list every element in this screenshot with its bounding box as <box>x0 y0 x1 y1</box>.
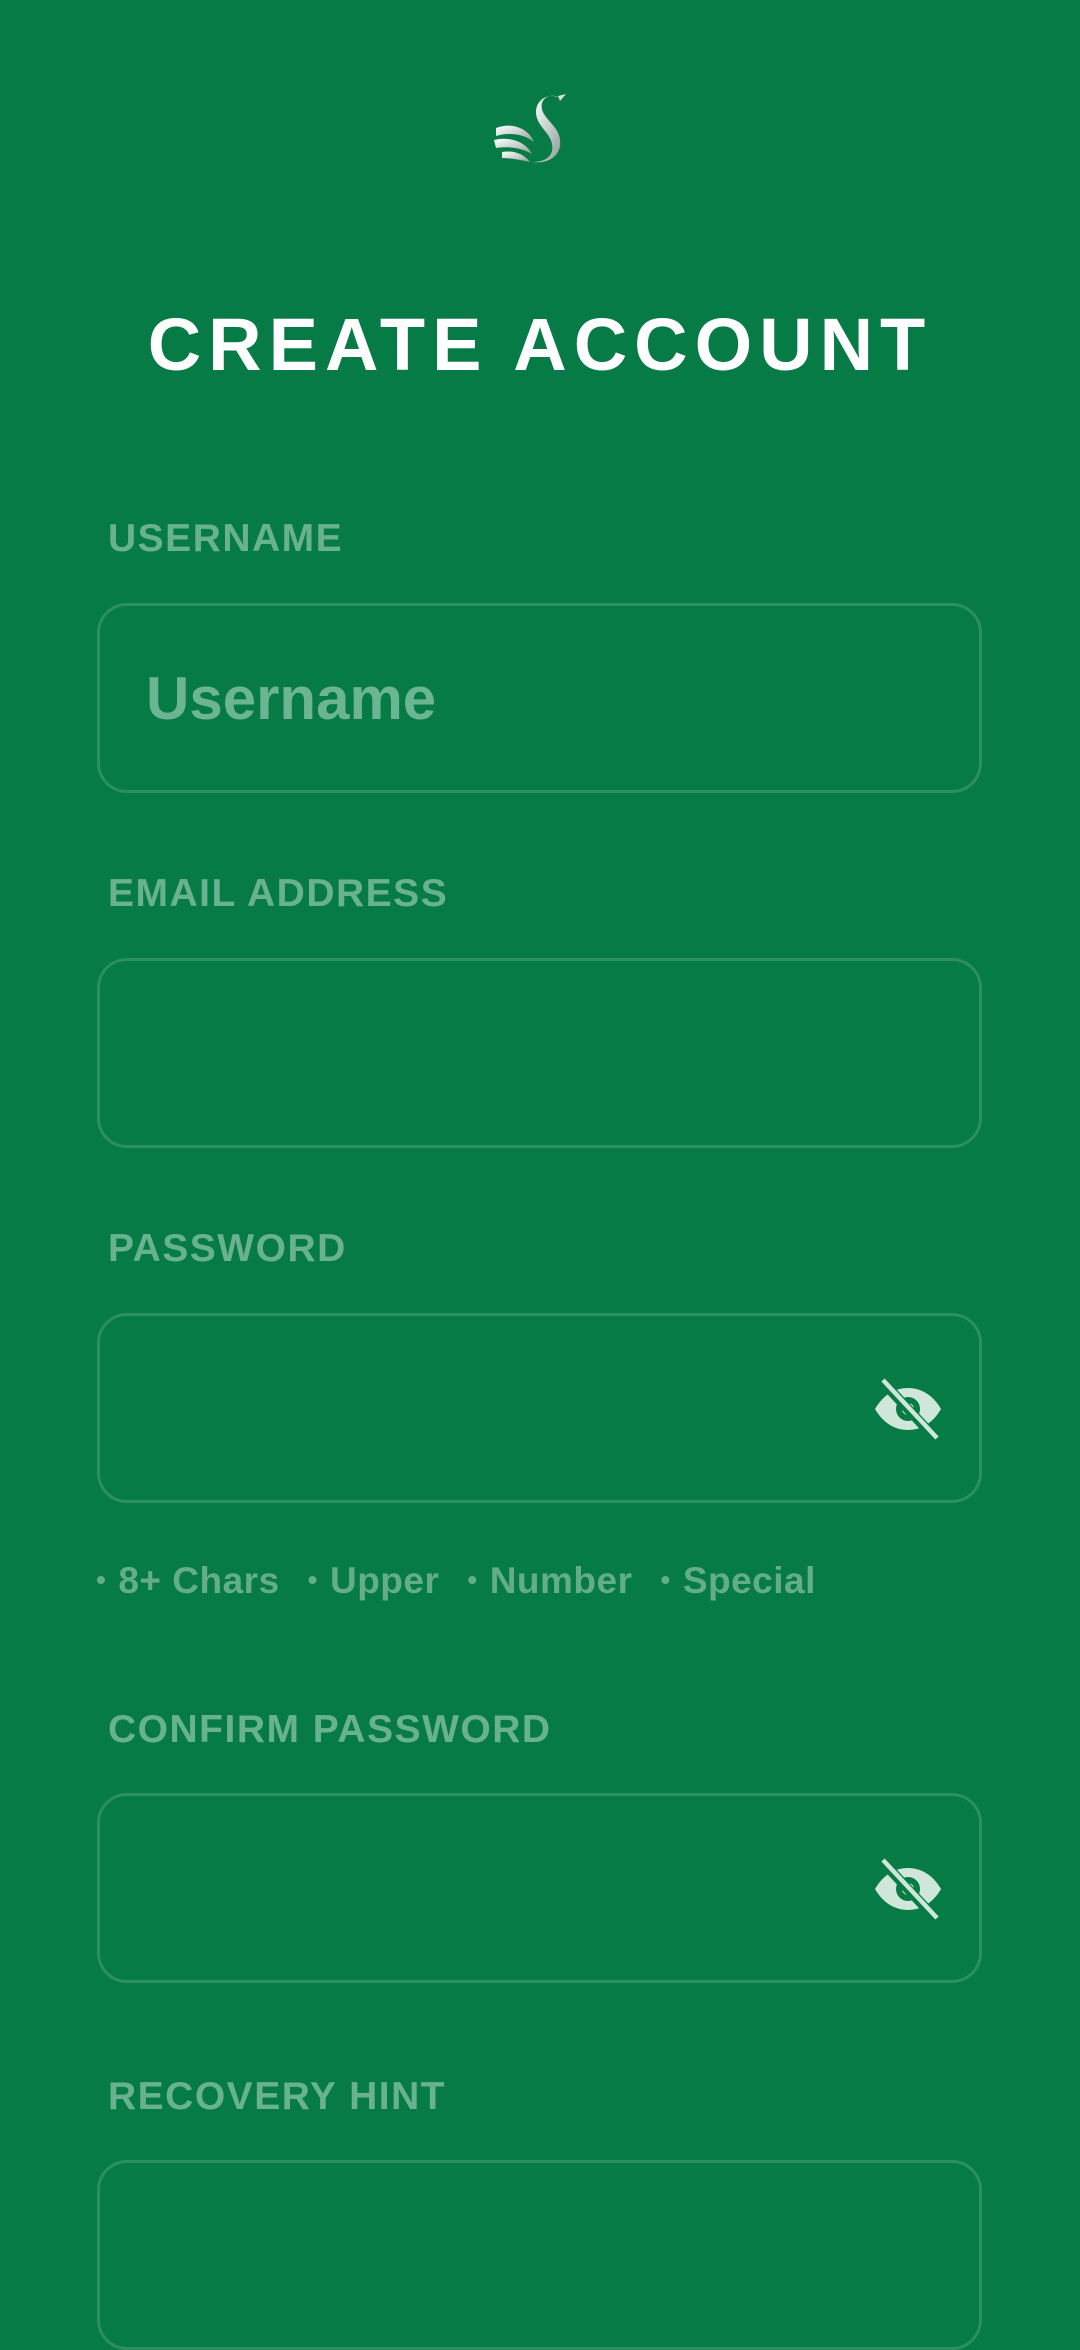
password-input[interactable] <box>146 1316 906 1500</box>
username-label: USERNAME <box>108 517 344 560</box>
requirement-special: • Special <box>660 1560 816 1601</box>
requirement-number: • Number <box>467 1560 633 1601</box>
confirm-password-input[interactable] <box>146 1796 906 1980</box>
page-title: CREATE ACCOUNT <box>147 303 933 386</box>
confirm-password-visibility-toggle[interactable] <box>873 1856 943 1922</box>
email-input[interactable] <box>146 961 906 1145</box>
username-field-box <box>97 603 982 793</box>
recovery-hint-label: RECOVERY HINT <box>108 2075 447 2118</box>
recovery-hint-field-box <box>97 2160 982 2350</box>
email-label: EMAIL ADDRESS <box>108 872 449 915</box>
confirm-password-field-box <box>97 1793 982 1983</box>
username-input[interactable] <box>146 606 906 790</box>
password-label: PASSWORD <box>108 1227 347 1270</box>
email-field-box <box>97 958 982 1148</box>
recovery-hint-input[interactable] <box>146 2163 906 2347</box>
password-visibility-toggle[interactable] <box>873 1376 943 1442</box>
eye-off-icon <box>875 1856 941 1922</box>
password-requirements: • 8+ Chars • Upper • Number • Special <box>96 1556 844 1606</box>
confirm-password-label: CONFIRM PASSWORD <box>108 1708 552 1751</box>
requirement-length: • 8+ Chars <box>96 1560 280 1601</box>
password-field-box <box>97 1313 982 1503</box>
swan-logo-icon <box>494 92 586 170</box>
requirement-uppercase: • Upper <box>307 1560 440 1601</box>
eye-off-icon <box>875 1376 941 1442</box>
